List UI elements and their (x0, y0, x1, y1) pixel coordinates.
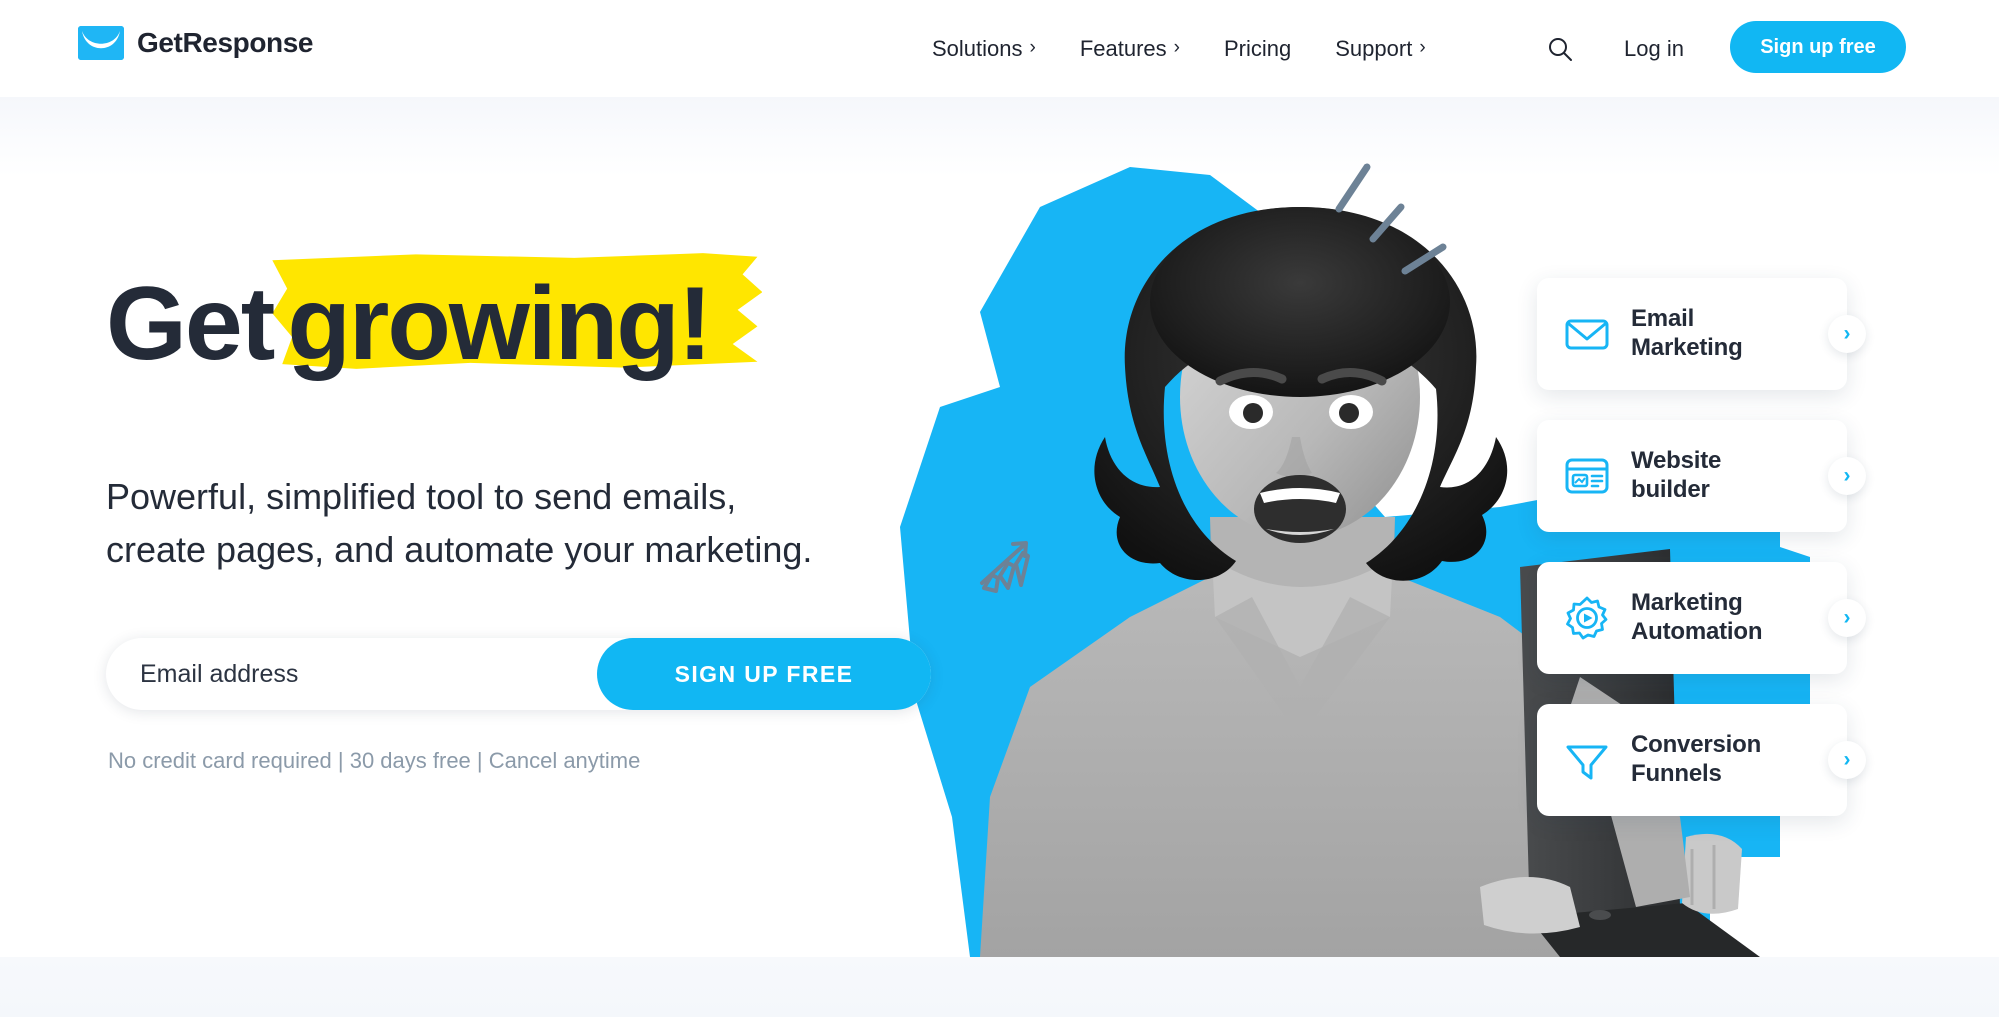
feature-card-website-builder[interactable]: Website builder › (1537, 420, 1866, 532)
envelope-outline-icon (1563, 310, 1611, 358)
sparkle-lines-icon (1325, 155, 1515, 300)
signup-free-button[interactable]: Sign up free (1730, 21, 1906, 73)
nav-item-solutions[interactable]: Solutions › (910, 0, 1058, 97)
logo-text: GetResponse (137, 27, 314, 58)
feature-card-line1: Website (1631, 447, 1722, 475)
gear-play-icon (1563, 594, 1611, 642)
feature-card-line1: Marketing (1631, 589, 1743, 617)
feature-card-line2: builder (1631, 476, 1710, 503)
headline-plain: Get (106, 266, 275, 382)
chevron-right-icon[interactable]: › (1828, 457, 1866, 495)
next-section-band (0, 957, 1999, 1017)
chevron-right-icon[interactable]: › (1828, 315, 1866, 353)
search-icon[interactable] (1540, 29, 1580, 69)
feature-card-marketing-automation[interactable]: Marketing Automation › (1537, 562, 1866, 674)
feature-card-line2: Funnels (1631, 760, 1722, 787)
chevron-right-icon: › (1173, 37, 1180, 58)
chevron-right-icon: › (1029, 37, 1036, 58)
feature-card-label: Email Marketing (1631, 305, 1743, 363)
feature-card-conversion-funnels[interactable]: Conversion Funnels › (1537, 704, 1866, 816)
website-builder-icon (1563, 452, 1611, 500)
growth-chart-doodle-icon (975, 535, 1037, 602)
site-header: GetResponse Solutions › Features › Prici… (0, 0, 1999, 97)
hero-subheading: Powerful, simplified tool to send emails… (106, 470, 812, 577)
chevron-right-icon: › (1419, 37, 1426, 58)
nav-label: Pricing (1224, 36, 1292, 61)
nav-label: Features (1079, 36, 1167, 61)
page-title: Get growing! (106, 253, 763, 379)
chevron-right-icon[interactable]: › (1828, 741, 1866, 779)
signup-disclaimer: No credit card required | 30 days free |… (108, 748, 641, 773)
main-navigation: Solutions › Features › Pricing Support › (910, 0, 1448, 97)
nav-label: Support (1335, 36, 1413, 61)
feature-card-line1: Email (1631, 305, 1695, 333)
nav-item-features[interactable]: Features › (1058, 0, 1202, 97)
subheading-line-2: create pages, and automate your marketin… (106, 529, 813, 571)
feature-card-label: Conversion Funnels (1631, 731, 1761, 789)
landing-page: GetResponse Solutions › Features › Prici… (0, 0, 1999, 1017)
subheading-line-1: Powerful, simplified tool to send emails… (106, 476, 737, 517)
logo[interactable]: GetResponse (78, 26, 314, 60)
feature-card-label: Marketing Automation (1631, 589, 1763, 647)
feature-card-line2: Automation (1631, 618, 1763, 645)
feature-card-line2: Marketing (1631, 334, 1743, 361)
funnel-icon (1563, 736, 1611, 784)
nav-item-pricing[interactable]: Pricing (1202, 0, 1313, 97)
feature-card-line1: Conversion (1631, 731, 1762, 759)
nav-label: Solutions (932, 36, 1023, 61)
feature-card-label: Website builder (1631, 447, 1721, 505)
signup-form: SIGN UP FREE (106, 638, 931, 710)
envelope-icon (78, 26, 124, 60)
nav-item-support[interactable]: Support › (1313, 0, 1447, 97)
headline-highlight-text: growing! (287, 266, 712, 382)
email-field[interactable] (106, 638, 597, 710)
hero-signup-free-button[interactable]: SIGN UP FREE (597, 638, 931, 710)
chevron-right-icon[interactable]: › (1828, 599, 1866, 637)
feature-card-email-marketing[interactable]: Email Marketing › (1537, 278, 1866, 390)
feature-card-list: Email Marketing › Website builder › Mark… (1537, 278, 1867, 846)
login-link[interactable]: Log in (1624, 0, 1684, 97)
headline-highlight: growing! (272, 253, 763, 379)
